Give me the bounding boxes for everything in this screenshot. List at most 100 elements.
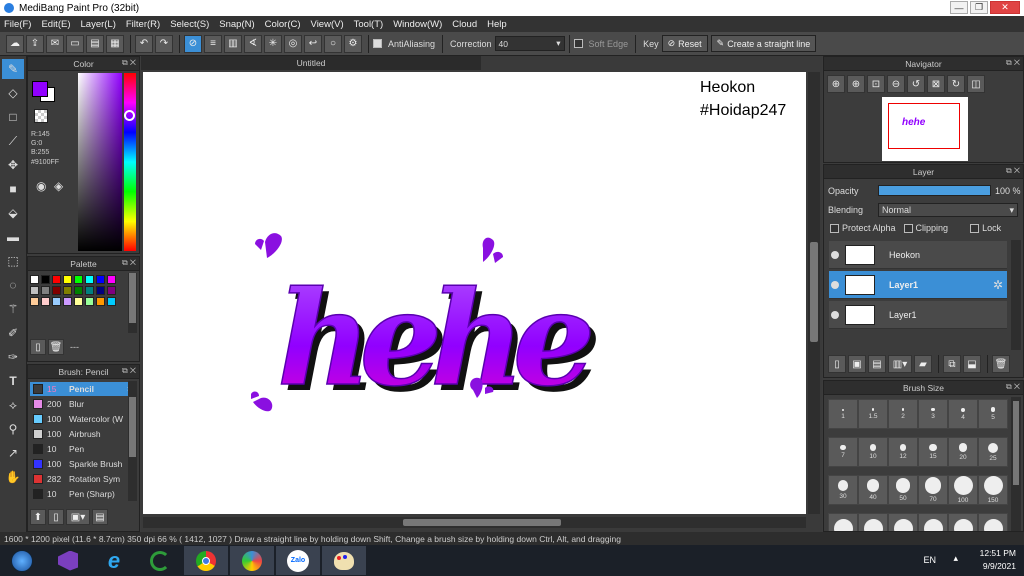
palette-swatch[interactable]: [96, 297, 105, 306]
gradient-tool-icon[interactable]: ▬: [2, 227, 24, 247]
layer-row[interactable]: Heokon: [829, 241, 1007, 269]
panel-controls[interactable]: ⧉ ✕: [122, 258, 136, 268]
brush-size-cell[interactable]: [918, 513, 948, 531]
straight-line-button[interactable]: ✎ Create a straight line: [710, 35, 817, 52]
palette-swatch[interactable]: [41, 286, 50, 295]
start-icon[interactable]: [0, 546, 44, 575]
duplicate-layer-icon[interactable]: ⧉: [943, 355, 961, 373]
canvas-vertical-scrollbar[interactable]: [808, 72, 820, 514]
paint-icon[interactable]: [322, 546, 366, 575]
panel-controls[interactable]: ⧉ ✕: [1006, 166, 1020, 176]
new-halftone-layer-icon[interactable]: ▣: [848, 355, 866, 373]
brush-size-cell[interactable]: [978, 513, 1008, 531]
merge-layer-icon[interactable]: ⬓: [963, 355, 981, 373]
palette-swatch[interactable]: [74, 286, 83, 295]
close-button[interactable]: ✕: [990, 1, 1020, 14]
clipping-checkbox[interactable]: [903, 223, 913, 233]
palette-scrollbar[interactable]: [128, 273, 137, 333]
hue-slider-handle[interactable]: [124, 110, 135, 121]
reset-button[interactable]: ⊘ Reset: [661, 35, 708, 52]
menu-select[interactable]: Select(S): [170, 19, 209, 30]
brush-item[interactable]: 15Pencil✲: [30, 382, 134, 396]
zoom-in-icon[interactable]: ⊕: [827, 75, 845, 93]
brush-size-cell[interactable]: 4: [948, 399, 978, 429]
palette-swatch[interactable]: [30, 297, 39, 306]
visual-studio-icon[interactable]: [46, 546, 90, 575]
palette-swatch[interactable]: [52, 275, 61, 284]
divide-tool-icon[interactable]: ⟡: [2, 395, 24, 415]
brush-size-cell[interactable]: [828, 513, 858, 531]
saturation-brightness-picker[interactable]: [78, 73, 122, 251]
blending-select[interactable]: Normal ▾: [878, 203, 1018, 217]
palette-swatch[interactable]: [52, 297, 61, 306]
chrome-icon[interactable]: [184, 546, 228, 575]
brush-size-cell[interactable]: 50: [888, 475, 918, 505]
menu-filter[interactable]: Filter(R): [126, 19, 160, 30]
visibility-icon[interactable]: [831, 280, 839, 289]
operation-tool-icon[interactable]: ↗: [2, 443, 24, 463]
internet-explorer-icon[interactable]: e: [92, 546, 136, 575]
layer-scrollbar[interactable]: [1011, 240, 1021, 350]
ccleaner-icon[interactable]: [138, 546, 182, 575]
text-tool-icon[interactable]: T: [2, 371, 24, 391]
brush-item[interactable]: 10 Pen: [30, 442, 134, 456]
maximize-button[interactable]: ❐: [970, 1, 988, 14]
rectangle-fill-icon[interactable]: ■: [2, 179, 24, 199]
navigator-preview[interactable]: hehe: [882, 97, 968, 161]
brush-add-icon[interactable]: ⬆: [30, 509, 46, 525]
brush-size-cell[interactable]: [948, 513, 978, 531]
brush-size-cell[interactable]: 1.5: [858, 399, 888, 429]
palette-swatch[interactable]: [107, 297, 116, 306]
panel-controls[interactable]: ⧉ ✕: [122, 366, 136, 376]
brush-item[interactable]: 100 Airbrush: [30, 427, 134, 441]
color-wheel-icon[interactable]: ◉: [36, 179, 46, 193]
new-8bit-layer-icon[interactable]: ▤: [868, 355, 886, 373]
brush-menu-icon[interactable]: ▣▾: [66, 509, 90, 525]
brush-item[interactable]: 100 Sparkle Brush: [30, 457, 134, 471]
delete-layer-icon[interactable]: 🗑: [992, 355, 1010, 373]
parallel-snap-icon[interactable]: ≡: [204, 34, 222, 53]
brush-size-scrollbar[interactable]: [1011, 397, 1021, 531]
brush-size-cell[interactable]: 2: [888, 399, 918, 429]
palette-swatch[interactable]: [107, 275, 116, 284]
gear-icon[interactable]: ✲: [993, 278, 1003, 292]
palette-swatch[interactable]: [63, 286, 72, 295]
brush-size-cell[interactable]: 5: [978, 399, 1008, 429]
brush-item[interactable]: 10 Pen (Sharp): [30, 487, 134, 501]
brush-properties-icon[interactable]: ▤: [92, 509, 108, 525]
horizontal-scroll-thumb[interactable]: [403, 519, 561, 526]
palette-swatch[interactable]: [52, 286, 61, 295]
brush-item[interactable]: 200 Blur: [30, 397, 134, 411]
brush-size-cell[interactable]: 12: [888, 437, 918, 467]
folder-icon[interactable]: ▰: [914, 355, 932, 373]
palette-swatch[interactable]: [74, 275, 83, 284]
delete-palette-icon[interactable]: 🗑: [48, 339, 64, 355]
medibang-icon[interactable]: [230, 546, 274, 575]
brush-size-cell[interactable]: 30: [828, 475, 858, 505]
palette-swatch[interactable]: [74, 297, 83, 306]
redo-icon[interactable]: ↷: [155, 34, 173, 53]
layer-row[interactable]: Layer1: [829, 301, 1007, 329]
brush-size-cell[interactable]: 150: [978, 475, 1008, 505]
brush-size-cell[interactable]: [888, 513, 918, 531]
line-tool-icon[interactable]: ⟋: [2, 131, 24, 151]
new-layer-icon[interactable]: ▯: [828, 355, 846, 373]
rotate-left-icon[interactable]: ↺: [907, 75, 925, 93]
protect-alpha-checkbox[interactable]: [830, 223, 839, 233]
brush-size-cell[interactable]: 40: [858, 475, 888, 505]
panel-controls[interactable]: ⧉ ✕: [1006, 382, 1020, 392]
visibility-icon[interactable]: [831, 310, 839, 319]
circle-snap-icon[interactable]: ○: [324, 34, 342, 53]
hand-tool-icon[interactable]: ✋: [2, 467, 24, 487]
layer-row[interactable]: Layer1 ✲: [829, 271, 1007, 299]
correction-select[interactable]: 40 ▾: [494, 36, 565, 51]
curve-snap-icon[interactable]: ↩: [304, 34, 322, 53]
drawing-canvas[interactable]: Heokon #Hoidap247 hehe hehe: [143, 72, 806, 514]
select-pen-icon[interactable]: ✐: [2, 323, 24, 343]
palette-swatch[interactable]: [85, 297, 94, 306]
brush-size-cell[interactable]: 1: [828, 399, 858, 429]
brush-new-icon[interactable]: ▯: [48, 509, 64, 525]
palette-swatch[interactable]: [41, 297, 50, 306]
bucket-tool-icon[interactable]: ⬙: [2, 203, 24, 223]
eraser-tool-icon[interactable]: ◇: [2, 83, 24, 103]
